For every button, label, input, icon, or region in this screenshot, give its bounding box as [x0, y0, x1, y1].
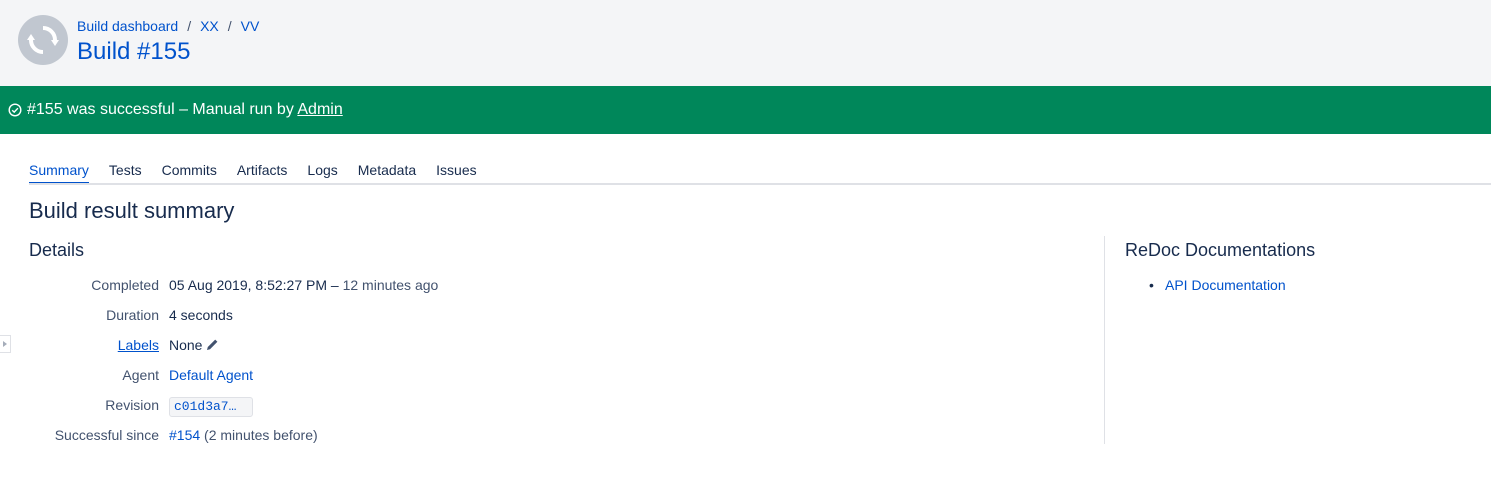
list-item: API Documentation: [1149, 275, 1286, 295]
tab-artifacts[interactable]: Artifacts: [237, 160, 288, 184]
breadcrumb-separator: /: [187, 18, 192, 34]
details-list: Completed 05 Aug 2019, 8:52:27 PM – 12 m…: [0, 275, 700, 455]
detail-row-agent: Agent Default Agent: [0, 365, 700, 395]
build-avatar: [18, 15, 68, 65]
status-banner: #155 was successful – Manual run by Admi…: [0, 86, 1491, 134]
revision-hash[interactable]: c01d3a7…: [169, 397, 253, 417]
successful-since-label: Successful since: [54, 427, 159, 443]
completed-timestamp: 05 Aug 2019, 8:52:27 PM –: [169, 277, 343, 293]
previous-build-link[interactable]: #154: [169, 427, 200, 443]
completed-value: 05 Aug 2019, 8:52:27 PM – 12 minutes ago: [169, 275, 438, 295]
revision-value: c01d3a7…: [169, 395, 253, 417]
breadcrumb-build-dashboard[interactable]: Build dashboard: [77, 18, 178, 34]
duration-value: 4 seconds: [169, 307, 233, 323]
successful-since-value: #154 (2 minutes before): [169, 425, 318, 445]
tab-commits[interactable]: Commits: [162, 160, 217, 184]
tab-metadata[interactable]: Metadata: [358, 160, 416, 184]
tab-tests[interactable]: Tests: [109, 160, 142, 184]
page-header: Build dashboard / XX / VV Build #155: [0, 0, 1491, 86]
refresh-icon: [21, 18, 65, 62]
breadcrumb-project[interactable]: XX: [200, 18, 219, 34]
detail-row-labels: Labels None: [0, 335, 700, 365]
status-user-link[interactable]: Admin: [297, 101, 342, 118]
breadcrumb-separator: /: [227, 18, 232, 34]
breadcrumb-plan[interactable]: VV: [241, 18, 260, 34]
labels-none-text: None: [169, 337, 203, 353]
sidebar-divider: [1104, 236, 1105, 444]
api-documentation-link[interactable]: API Documentation: [1165, 277, 1286, 293]
redoc-links: API Documentation: [1149, 275, 1286, 295]
detail-row-revision: Revision c01d3a7…: [0, 395, 700, 425]
tab-bar: Summary Tests Commits Artifacts Logs Met…: [29, 160, 497, 184]
successful-since-note: (2 minutes before): [200, 427, 318, 443]
completed-relative-time: 12 minutes ago: [342, 277, 439, 293]
completed-label: Completed: [91, 277, 159, 293]
agent-link[interactable]: Default Agent: [169, 367, 253, 383]
tabs-divider: [29, 183, 1491, 185]
page-title: Build #155: [77, 38, 191, 65]
tab-logs[interactable]: Logs: [307, 160, 337, 184]
agent-label: Agent: [122, 367, 159, 383]
detail-row-duration: Duration 4 seconds: [0, 305, 700, 335]
redoc-heading: ReDoc Documentations: [1125, 240, 1316, 260]
details-heading: Details: [29, 240, 85, 260]
tab-issues[interactable]: Issues: [436, 160, 476, 184]
duration-label: Duration: [106, 307, 159, 323]
check-circle-icon: [8, 103, 22, 117]
build-summary-heading: Build result summary: [29, 198, 235, 223]
tab-summary[interactable]: Summary: [29, 160, 89, 184]
sidebar-expand-handle[interactable]: [0, 335, 11, 353]
pencil-icon[interactable]: [206, 338, 219, 351]
agent-value: Default Agent: [169, 365, 253, 385]
status-summary: #155 was successful – Manual run by: [27, 101, 298, 118]
labels-value: None: [169, 335, 219, 355]
detail-row-completed: Completed 05 Aug 2019, 8:52:27 PM – 12 m…: [0, 275, 700, 305]
revision-label: Revision: [105, 397, 159, 413]
labels-link[interactable]: Labels: [118, 335, 159, 355]
status-message: #155 was successful – Manual run by Admi…: [27, 100, 343, 120]
detail-row-successful-since: Successful since #154 (2 minutes before): [0, 425, 700, 455]
breadcrumb: Build dashboard / XX / VV: [77, 17, 259, 35]
